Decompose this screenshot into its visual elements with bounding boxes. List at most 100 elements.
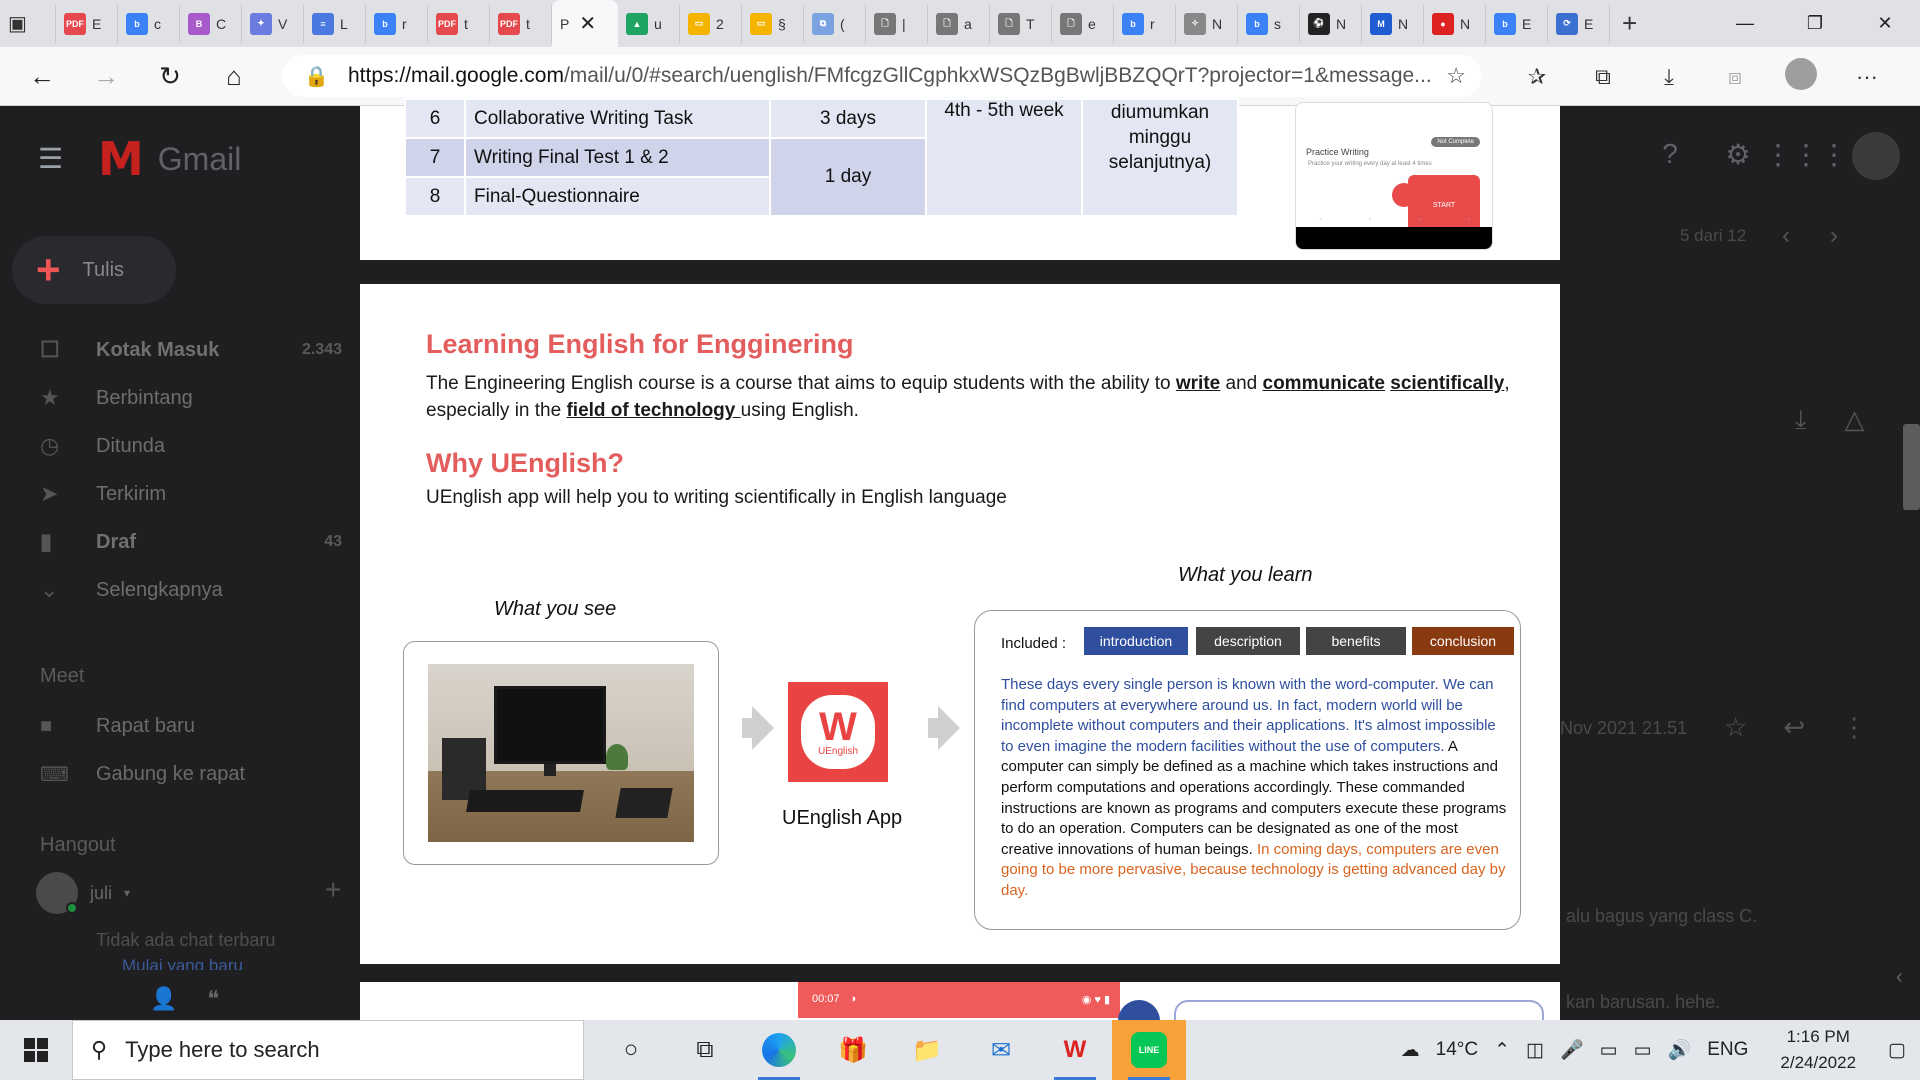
dropdown-arrow-icon[interactable]: ▾ (124, 886, 130, 900)
browser-tab[interactable]: br (1114, 4, 1176, 43)
browser-tab[interactable]: ✧ N (1176, 4, 1238, 43)
attachment-viewer[interactable]: 6 Collaborative Writing Task 3 days 4th … (360, 98, 1560, 1022)
lock-icon[interactable]: 🔒 (304, 64, 329, 89)
browser-tab[interactable]: ⟳ E (1548, 4, 1610, 43)
browser-tab[interactable]: 🗋 | (866, 4, 928, 43)
nav-item[interactable]: ☐ Kotak Masuk 2.343 (0, 326, 350, 374)
browser-tab-active[interactable]: P ✕ (552, 0, 618, 47)
apps-grid-icon[interactable]: ⋮⋮⋮ (1764, 132, 1848, 176)
main-menu-icon[interactable]: ☰ (38, 142, 63, 175)
clock[interactable]: 1:16 PM 2/24/2022 (1764, 1024, 1872, 1076)
browser-tab[interactable]: ● N (1424, 4, 1486, 43)
meet-new-button[interactable]: ■ Rapat baru (40, 706, 195, 746)
browser-tab[interactable]: ▣ (0, 4, 56, 43)
browser-tab[interactable]: bc (118, 4, 180, 43)
browser-tab[interactable]: bs (1238, 4, 1300, 43)
chevron-right-icon[interactable]: › (1830, 222, 1838, 250)
back-icon[interactable]: ← (10, 47, 74, 106)
nav-item[interactable]: ⌄ Selengkapnya (0, 566, 350, 614)
task-view-icon[interactable]: ⧉ (668, 1020, 742, 1080)
collections-icon[interactable]: ⧉ (1570, 64, 1636, 90)
browser-tab[interactable]: ▲ u (618, 4, 680, 43)
chevron-left-icon[interactable]: ‹ (1782, 222, 1790, 250)
new-tab-button[interactable]: + (1622, 8, 1637, 39)
cortana-icon[interactable]: ○ (594, 1020, 668, 1080)
more-vertical-icon[interactable]: ⋮ (1841, 712, 1867, 743)
language-indicator[interactable]: ENG (1707, 1039, 1748, 1061)
speaker-icon[interactable]: 🔊 (1668, 1038, 1692, 1062)
browser-tab[interactable]: 🗋 T (990, 4, 1052, 43)
browser-tab[interactable]: ▭ § (742, 4, 804, 43)
browser-tab[interactable]: 🗋 e (1052, 4, 1114, 43)
start-button[interactable] (0, 1020, 72, 1080)
browser-tab[interactable]: br (366, 4, 428, 43)
more-menu-icon[interactable]: ··· (1834, 64, 1900, 90)
no-chat-text: Tidak ada chat terbaru (96, 930, 276, 950)
browser-tab[interactable]: MN (1362, 4, 1424, 43)
settings-gear-icon[interactable]: ⚙ (1716, 132, 1760, 176)
home-icon[interactable]: ⌂ (202, 47, 266, 106)
downloads-icon[interactable]: ⤓ (1636, 64, 1702, 90)
restore-icon[interactable]: ❐ (1780, 0, 1850, 47)
nav-item[interactable]: ◷ Ditunda (0, 422, 350, 470)
add-to-drive-icon[interactable]: △ (1845, 404, 1865, 436)
line-app-icon[interactable]: LINE (1112, 1020, 1186, 1080)
start-new-chat-link[interactable]: Mulai yang baru (122, 956, 243, 970)
notifications-icon[interactable]: ▢ (1888, 1039, 1906, 1062)
gift-app-icon[interactable]: 🎁 (816, 1020, 890, 1080)
nav-item[interactable]: ▮ Draf 43 (0, 518, 350, 566)
meet-now-icon[interactable]: ◫ (1526, 1039, 1544, 1062)
taskbar-search[interactable]: ⚲ Type here to search (72, 1020, 584, 1080)
hangout-user[interactable]: juli ▾ (36, 872, 130, 914)
browser-tab[interactable]: PDF E (56, 4, 118, 43)
reply-icon[interactable]: ↩ (1783, 712, 1805, 743)
browser-tab[interactable]: BC (180, 4, 242, 43)
extensions-icon[interactable]: ⧈ (1702, 64, 1768, 90)
favorites-icon[interactable]: ✰ (1504, 64, 1570, 90)
nav-item[interactable]: ★ Berbintang (0, 374, 350, 422)
browser-tab[interactable]: ⧉( (804, 4, 866, 43)
browser-tab[interactable]: ✦ V (242, 4, 304, 43)
close-window-icon[interactable]: ✕ (1850, 0, 1920, 47)
minimize-icon[interactable]: — (1710, 0, 1780, 47)
browser-tab[interactable]: bE (1486, 4, 1548, 43)
browser-tab[interactable]: 🗋 a (928, 4, 990, 43)
meet-join-button[interactable]: ⌨ Gabung ke rapat (40, 754, 245, 794)
wps-office-icon[interactable]: W (1038, 1020, 1112, 1080)
browser-tab[interactable]: ⚽ N (1300, 4, 1362, 43)
help-icon[interactable]: ? (1648, 132, 1692, 176)
add-favorite-icon[interactable]: ☆ (1446, 63, 1466, 89)
file-explorer-icon[interactable]: 📁 (890, 1020, 964, 1080)
weather-temp[interactable]: 14°C (1436, 1039, 1478, 1061)
person-icon[interactable]: 👤 (150, 986, 177, 1012)
profile-avatar[interactable] (1768, 57, 1834, 96)
account-avatar[interactable] (1852, 132, 1900, 180)
address-bar[interactable]: 🔒 https://mail.google.com/mail/u/0/#sear… (282, 55, 1482, 97)
nav-icon: ☐ (40, 337, 60, 362)
edge-browser-icon[interactable] (742, 1020, 816, 1080)
battery-icon[interactable]: ▭ (1634, 1039, 1652, 1062)
browser-tab[interactable]: PDF t (490, 4, 552, 43)
forward-icon[interactable]: → (74, 47, 138, 106)
compose-button[interactable]: + Tulis (12, 236, 176, 304)
browser-tab[interactable]: ≡ L (304, 4, 366, 43)
star-icon[interactable]: ☆ (1724, 712, 1747, 743)
gmail-logo[interactable]: M Gmail (98, 132, 241, 186)
download-icon[interactable]: ⤓ (1795, 404, 1807, 436)
display-icon[interactable]: ▭ (1600, 1039, 1618, 1062)
microphone-icon[interactable]: 🎤 (1560, 1038, 1584, 1062)
browser-tab[interactable]: PDF t (428, 4, 490, 43)
mail-app-icon[interactable]: ✉ (964, 1020, 1038, 1080)
tab-favicon-icon: PDF (436, 12, 458, 35)
browser-tab[interactable]: ▭ 2 (680, 4, 742, 43)
side-panel-chevron-icon[interactable]: ‹ (1896, 966, 1903, 989)
nav-item[interactable]: ➤ Terkirim (0, 470, 350, 518)
hangout-bubble-icon[interactable]: ❝ (207, 986, 219, 1012)
weather-cloud-icon[interactable]: ☁ (1401, 1039, 1420, 1062)
refresh-icon[interactable]: ↻ (138, 47, 202, 106)
new-chat-plus-icon[interactable]: + (325, 874, 341, 906)
tab-list-icon[interactable]: ▣ (8, 11, 27, 36)
chevron-up-icon[interactable]: ⌃ (1494, 1039, 1510, 1062)
scrollbar-thumb[interactable] (1903, 424, 1920, 510)
tab-close-icon[interactable]: ✕ (579, 11, 596, 36)
